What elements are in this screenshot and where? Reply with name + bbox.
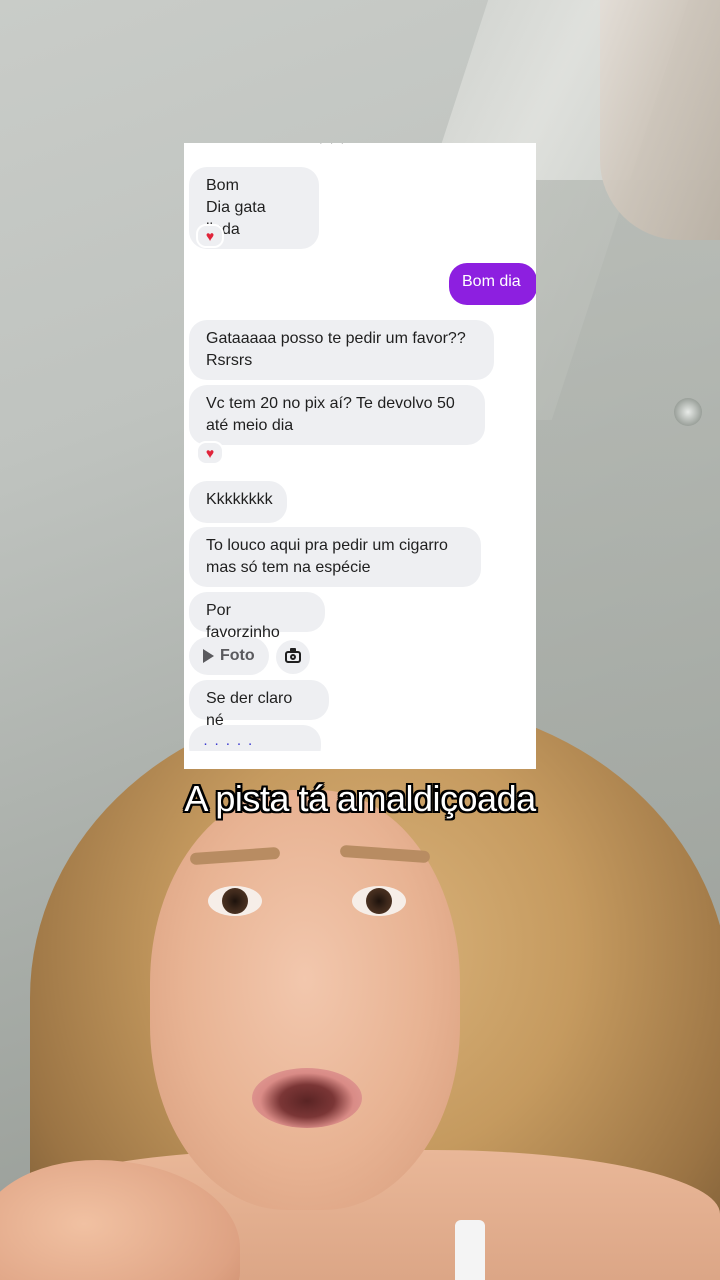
chat-bottom-edge xyxy=(184,751,536,769)
heart-icon: ♥ xyxy=(205,445,215,461)
right-eye xyxy=(352,886,406,916)
message-bubble-them[interactable]: To louco aqui pra pedir um cigarro mas s… xyxy=(189,527,481,587)
left-iris xyxy=(222,888,248,914)
right-iris xyxy=(366,888,392,914)
camera-icon xyxy=(285,648,301,663)
message-bubble-them[interactable]: Kkkkkkkk xyxy=(189,481,287,523)
cut-off-text: · · · · · xyxy=(203,735,254,752)
video-frame: · · · Bom Dia gata linda ♥ Bom dia Gataa… xyxy=(0,0,720,1280)
video-caption: A pista tá amaldiçoada xyxy=(184,778,536,819)
heart-icon: ♥ xyxy=(205,228,215,244)
reaction-badge[interactable]: ♥ xyxy=(196,224,224,248)
left-eye xyxy=(208,886,262,916)
chat-timestamp-cut: · · · xyxy=(319,143,347,149)
message-bubble-them[interactable]: Por favorzinho xyxy=(189,592,325,641)
curtain xyxy=(600,0,720,240)
photo-message[interactable]: Foto xyxy=(189,637,269,675)
reaction-badge[interactable]: ♥ xyxy=(196,441,224,465)
chat-screenshot: · · · Bom Dia gata linda ♥ Bom dia Gataa… xyxy=(184,143,536,769)
message-bubble-me[interactable]: Bom dia xyxy=(449,263,536,305)
message-bubble-them[interactable]: Gataaaaa posso te pedir um favor?? Rsrsr… xyxy=(189,320,494,380)
photo-label: Foto xyxy=(220,647,255,664)
top-strap xyxy=(455,1220,485,1280)
person-mouth xyxy=(252,1068,362,1128)
ceiling-light xyxy=(674,398,702,426)
play-icon xyxy=(203,649,214,663)
message-bubble-them[interactable]: Vc tem 20 no pix aí? Te devolvo 50 até m… xyxy=(189,385,485,445)
message-bubble-them[interactable]: Se der claro né xyxy=(189,680,329,729)
camera-button[interactable] xyxy=(276,640,310,674)
